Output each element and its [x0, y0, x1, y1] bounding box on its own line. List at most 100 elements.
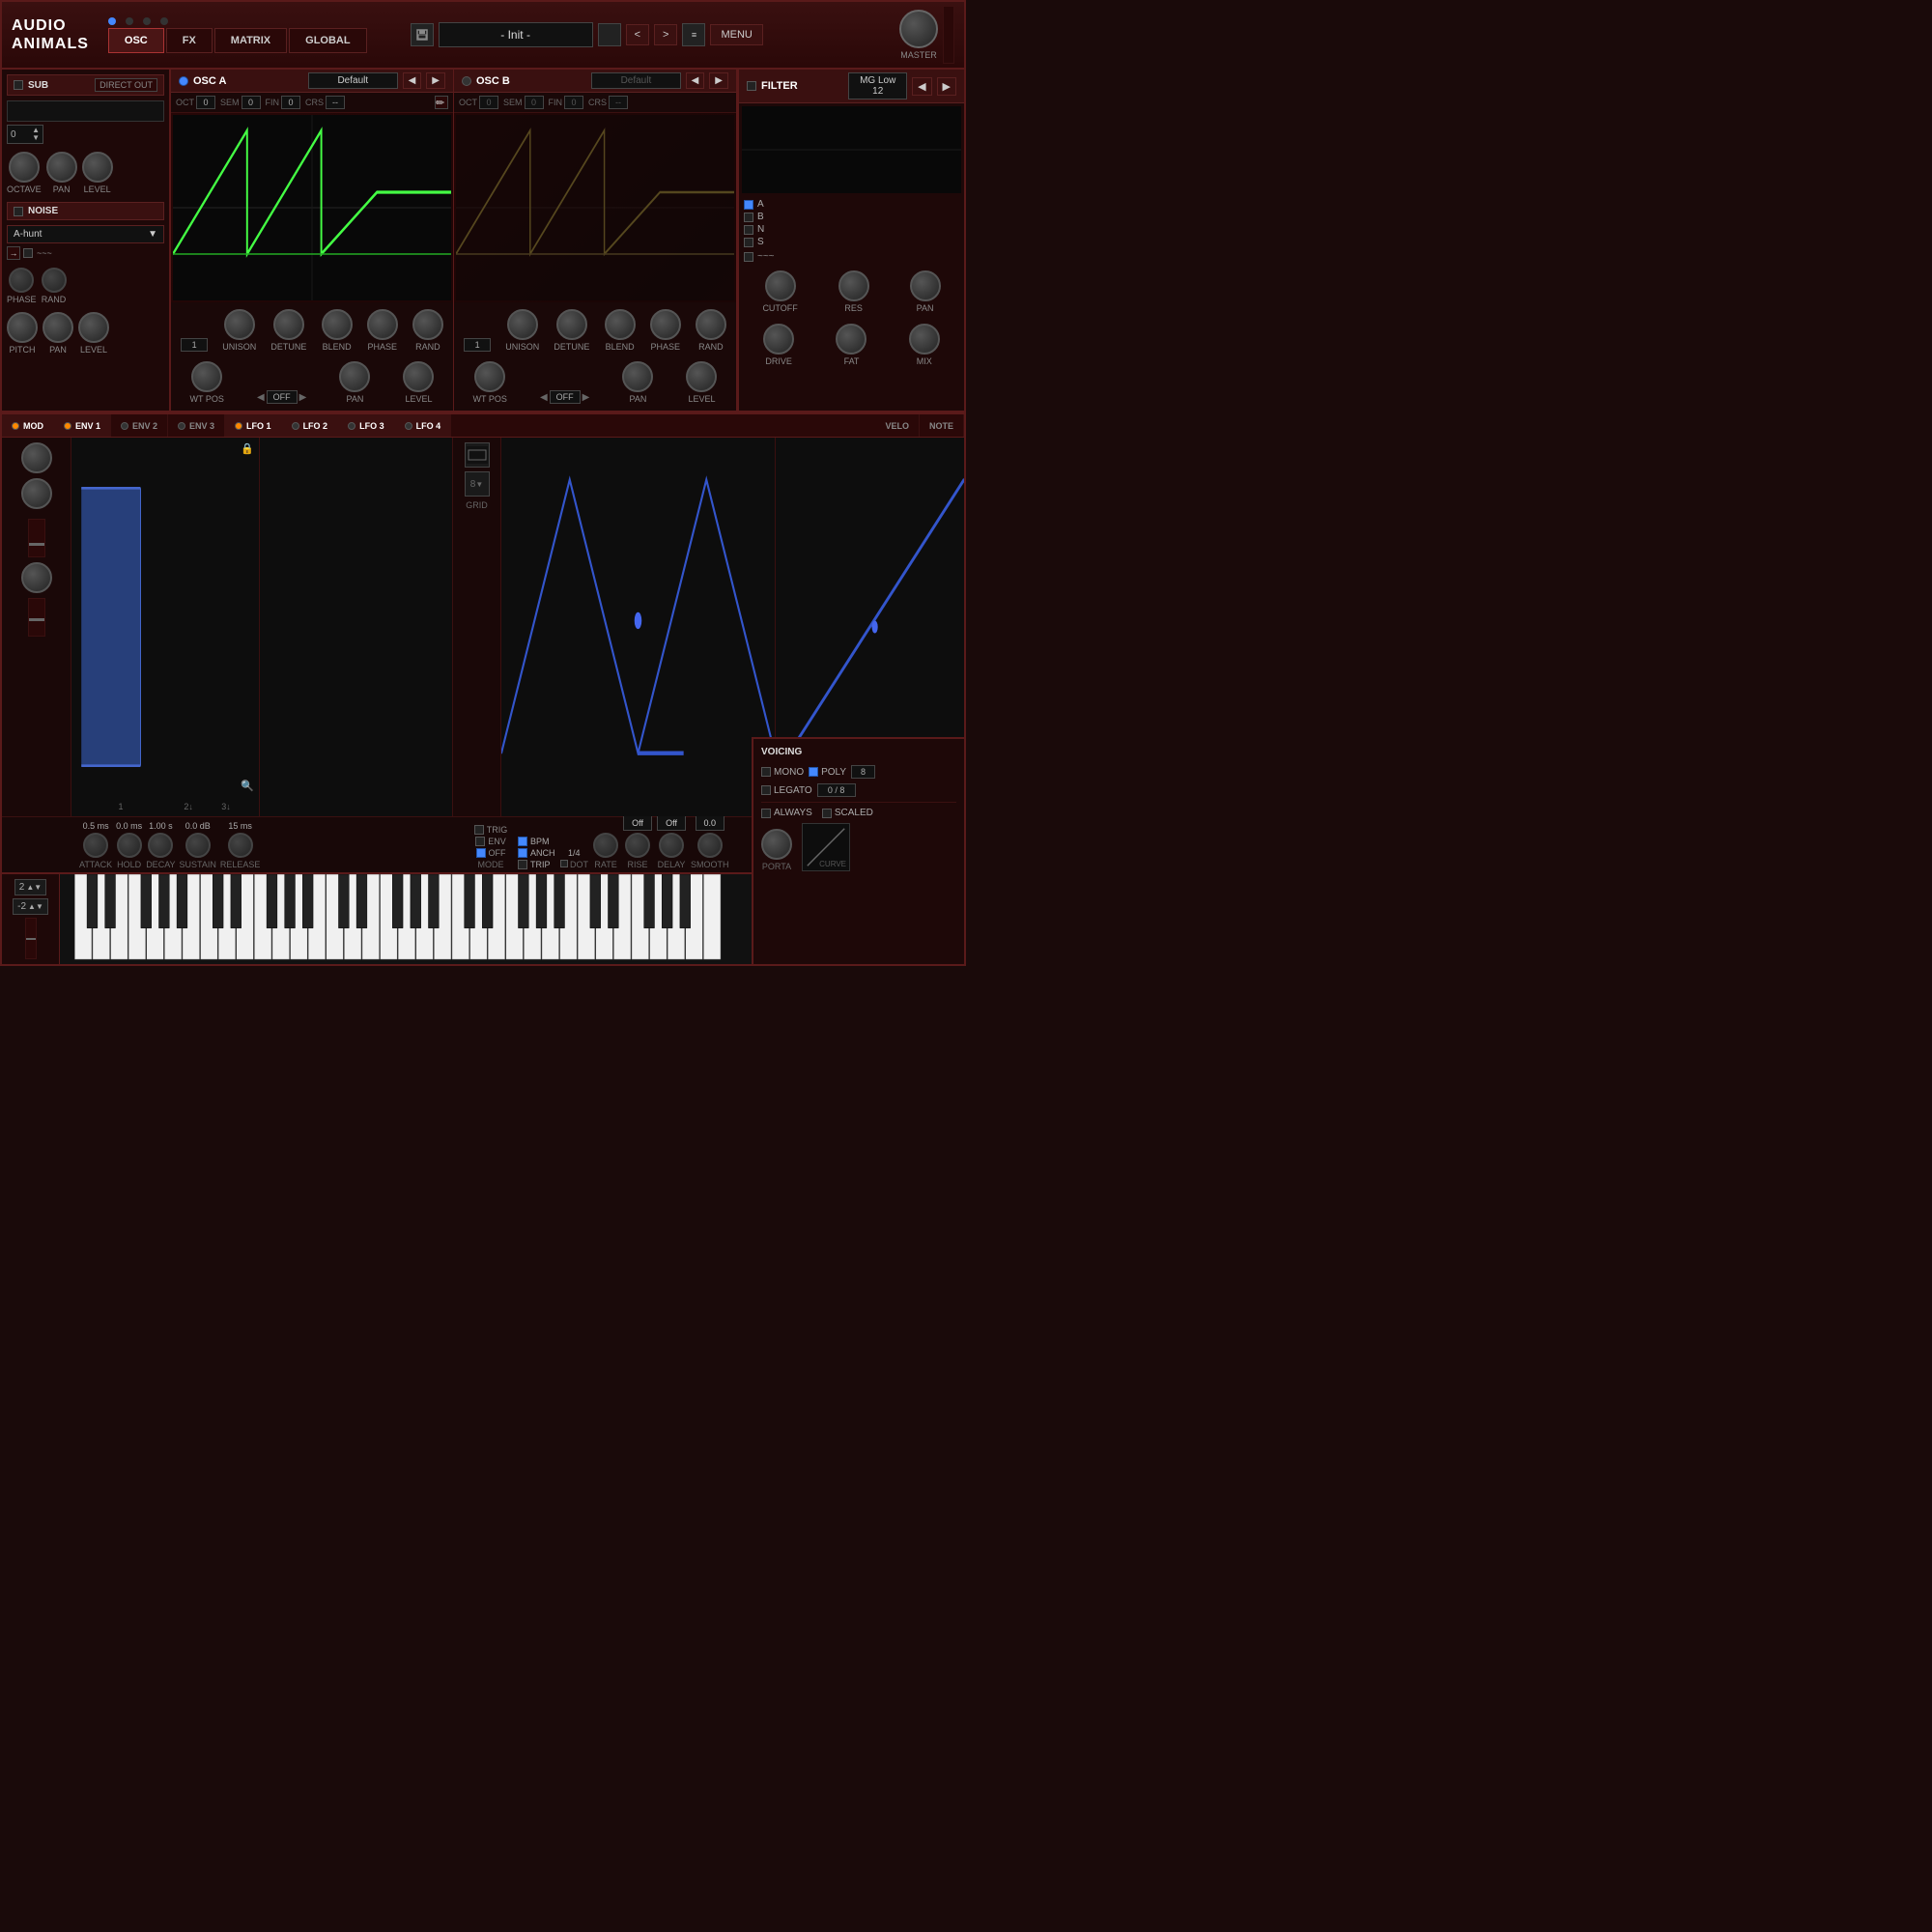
preset-list-btn[interactable]: ≡ [682, 23, 705, 46]
osc-a-edit-icon[interactable]: ✏ [435, 96, 448, 109]
noise-level-knob[interactable] [78, 312, 109, 343]
filter-n-cb[interactable] [744, 225, 753, 235]
osc-b-off-display[interactable]: OFF [550, 390, 581, 404]
lfo-delay-knob[interactable] [659, 833, 684, 858]
preset-prev-btn[interactable]: < [626, 24, 649, 45]
mod-knob-3[interactable] [21, 562, 52, 593]
filter-mix-knob[interactable] [909, 324, 940, 355]
lfo1-size-btn[interactable]: 8 ▼ [465, 471, 490, 497]
poly-cb[interactable] [809, 767, 818, 777]
mod-tab-env1[interactable]: ENV 1 [54, 414, 111, 437]
env1-hold-knob[interactable] [117, 833, 142, 858]
osc-b-crs-val[interactable]: -- [609, 96, 628, 109]
filter-b-cb[interactable] [744, 213, 753, 222]
osc-b-prev-arrow[interactable]: ◀ [540, 392, 548, 403]
osc-a-wtpos-knob[interactable] [191, 361, 222, 392]
osc-b-pan-knob[interactable] [622, 361, 653, 392]
noise-phase-knob[interactable] [9, 268, 34, 293]
env1-decay-knob[interactable] [148, 833, 173, 858]
tab-matrix[interactable]: MATRIX [214, 28, 287, 53]
legato-cb[interactable] [761, 785, 771, 795]
osc-a-fin-val[interactable]: 0 [281, 96, 300, 109]
pitch-up-btn[interactable]: 2 ▲▼ [14, 879, 46, 895]
noise-rand-knob[interactable] [42, 268, 67, 293]
noise-type-display[interactable]: A-hunt ▼ [7, 225, 164, 243]
osc-b-waveform[interactable]: Default [591, 72, 680, 89]
osc-b-wtpos-knob[interactable] [474, 361, 505, 392]
osc-a-level-knob[interactable] [403, 361, 434, 392]
osc-b-level-knob[interactable] [686, 361, 717, 392]
osc-a-next-arrow[interactable]: ▶ [299, 392, 307, 403]
osc-b-rand-knob[interactable] [696, 309, 726, 340]
env1-attack-knob[interactable] [83, 833, 108, 858]
pitch-down-btn[interactable]: -2 ▲▼ [13, 898, 48, 915]
osc-b-unison-select[interactable]: 1 [464, 338, 491, 352]
filter-res-knob[interactable] [838, 270, 869, 301]
tab-global[interactable]: GLOBAL [289, 28, 366, 53]
filter-next-btn[interactable]: ▶ [937, 77, 956, 96]
lfo-rise-knob[interactable] [625, 833, 650, 858]
mod-slider-2[interactable] [28, 598, 45, 637]
filter-prev-btn[interactable]: ◀ [912, 77, 931, 96]
filter-drive-knob[interactable] [763, 324, 794, 355]
preset-name[interactable]: - Init - [439, 22, 593, 47]
env1-lock-icon[interactable]: 🔒 [241, 442, 254, 455]
osc-b-unison-knob[interactable] [507, 309, 538, 340]
mod-knob-2[interactable] [21, 478, 52, 509]
mod-slider[interactable] [28, 519, 45, 557]
osc-a-crs-val[interactable]: -- [326, 96, 345, 109]
osc-a-pan-knob[interactable] [339, 361, 370, 392]
mono-cb[interactable] [761, 767, 771, 777]
osc-a-sem-val[interactable]: 0 [242, 96, 261, 109]
osc-a-prev-btn[interactable]: ◀ [403, 72, 422, 89]
poly-value[interactable]: 8 [851, 765, 875, 779]
lfo1-type-btn[interactable] [465, 442, 490, 468]
preset-save-icon[interactable] [411, 23, 434, 46]
porta-knob[interactable] [761, 829, 792, 860]
osc-a-next-btn[interactable]: ▶ [426, 72, 445, 89]
mod-tab-env2[interactable]: ENV 2 [111, 414, 168, 437]
noise-wav-cb[interactable] [23, 248, 33, 258]
env-cb[interactable] [475, 837, 485, 846]
osc-b-sem-val[interactable]: 0 [525, 96, 544, 109]
osc-a-detune-knob[interactable] [273, 309, 304, 340]
filter-s-cb[interactable] [744, 238, 753, 247]
lfo-smooth-knob[interactable] [697, 833, 723, 858]
filter-a-cb[interactable] [744, 200, 753, 210]
osc-b-phase-knob[interactable] [650, 309, 681, 340]
noise-pan-knob[interactable] [43, 312, 73, 343]
sub-octave-knob[interactable] [9, 152, 40, 183]
filter-cutoff-knob[interactable] [765, 270, 796, 301]
trip-cb[interactable] [518, 860, 527, 869]
env1-release-knob[interactable] [228, 833, 253, 858]
sub-pan-knob[interactable] [46, 152, 77, 183]
osc-a-phase-knob[interactable] [367, 309, 398, 340]
mod-tab-mod[interactable]: MOD [2, 414, 54, 437]
osc-a-rand-knob[interactable] [412, 309, 443, 340]
osc-b-detune-knob[interactable] [556, 309, 587, 340]
osc-b-blend-knob[interactable] [605, 309, 636, 340]
master-knob[interactable] [899, 10, 938, 48]
filter-checkbox[interactable] [747, 81, 756, 91]
osc-a-off-display[interactable]: OFF [267, 390, 298, 404]
filter-type-display[interactable]: MG Low 12 [848, 72, 907, 99]
noise-pitch-knob[interactable] [7, 312, 38, 343]
trig-cb[interactable] [474, 825, 484, 835]
scaled-cb[interactable] [822, 809, 832, 818]
osc-b-next-btn[interactable]: ▶ [709, 72, 728, 89]
mod-knob-1[interactable] [21, 442, 52, 473]
filter-pan-knob[interactable] [910, 270, 941, 301]
osc-a-prev-arrow[interactable]: ◀ [257, 392, 265, 403]
master-scroll[interactable] [943, 6, 954, 64]
sub-checkbox[interactable] [14, 80, 23, 90]
mod-tab-lfo2[interactable]: LFO 2 [282, 414, 339, 437]
lfo-rate-knob[interactable] [593, 833, 618, 858]
filter-wave-cb[interactable] [744, 252, 753, 262]
env1-zoom-icon[interactable]: 🔍 [241, 780, 254, 792]
noise-route-btn[interactable]: → [7, 246, 20, 260]
osc-b-prev-btn[interactable]: ◀ [686, 72, 705, 89]
osc-a-unison-select[interactable]: 1 [181, 338, 208, 352]
tab-fx[interactable]: FX [166, 28, 213, 53]
dot-cb[interactable] [560, 860, 568, 867]
octave-select[interactable]: 0 ▲ ▼ [7, 125, 43, 144]
